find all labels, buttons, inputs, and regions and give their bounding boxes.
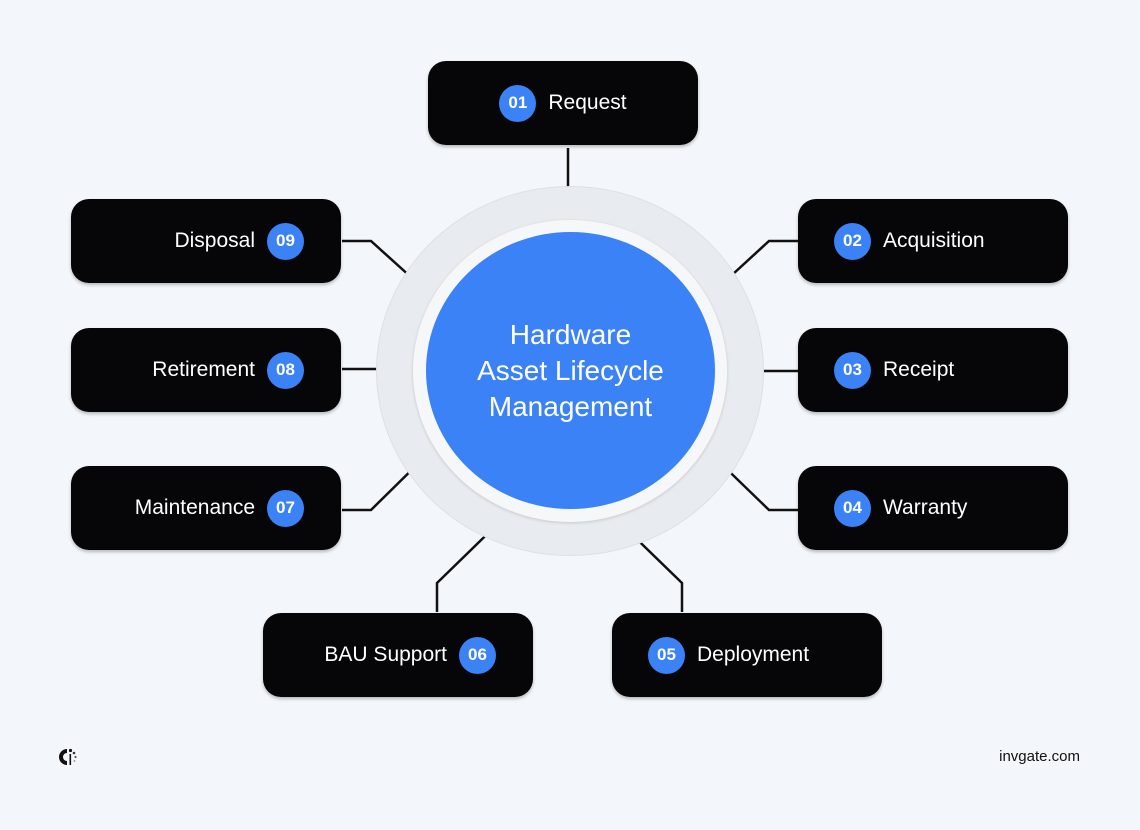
step-label: Deployment xyxy=(697,643,810,666)
step-maintenance[interactable]: Maintenance 07 xyxy=(71,466,341,550)
step-number-badge: 09 xyxy=(267,222,304,260)
step-label: Disposal xyxy=(174,229,255,252)
step-label: Request xyxy=(548,91,627,114)
step-acquisition[interactable]: 02 Acquisition xyxy=(798,199,1068,283)
step-number-badge: 06 xyxy=(459,636,496,674)
step-retirement[interactable]: Retirement 08 xyxy=(71,328,341,412)
step-number-badge: 05 xyxy=(648,636,685,674)
step-number-badge: 03 xyxy=(834,351,871,389)
step-number-badge: 02 xyxy=(834,222,871,260)
step-label: Maintenance xyxy=(134,496,255,519)
step-number-badge: 04 xyxy=(834,489,871,527)
hub-title: Hardware Asset Lifecycle Management xyxy=(477,318,664,422)
step-label: Receipt xyxy=(883,358,955,381)
step-number-badge: 08 xyxy=(267,351,304,389)
step-label: Retirement xyxy=(152,358,255,381)
step-disposal[interactable]: Disposal 09 xyxy=(71,199,341,283)
step-label: BAU Support xyxy=(324,643,447,666)
step-warranty[interactable]: 04 Warranty xyxy=(798,466,1068,550)
step-label: Acquisition xyxy=(883,229,985,252)
invgate-logo-icon xyxy=(59,748,77,765)
hub-circle: Hardware Asset Lifecycle Management xyxy=(426,232,715,509)
step-number-badge: 01 xyxy=(499,84,537,122)
step-number-badge: 07 xyxy=(267,489,304,527)
footer-url[interactable]: invgate.com xyxy=(999,748,1080,765)
step-label: Warranty xyxy=(883,496,968,519)
step-receipt[interactable]: 03 Receipt xyxy=(798,328,1068,412)
step-bau-support[interactable]: BAU Support 06 xyxy=(263,613,533,697)
step-request[interactable]: 01 Request xyxy=(428,61,698,145)
step-deployment[interactable]: 05 Deployment xyxy=(612,613,882,697)
